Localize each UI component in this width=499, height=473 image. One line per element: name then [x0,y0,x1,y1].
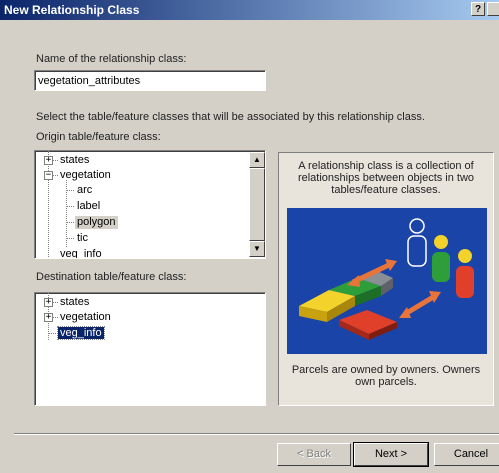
origin-scrollbar[interactable]: ▲ ▼ [249,152,265,257]
tree-line [66,206,74,207]
destination-label: Destination table/feature class: [36,271,187,283]
info-panel: A relationship class is a collection of … [278,152,494,406]
tree-item-label: label [77,200,101,212]
destination-tree[interactable]: + states + vegetation veg_info [34,292,266,406]
tree-item-label: arc [77,184,93,196]
tree-item-label: vegetation [60,311,111,323]
info-caption: Parcels are owned by owners. Owners own … [291,364,481,388]
origin-item-states[interactable]: states [58,154,91,167]
origin-label: Origin table/feature class: [36,131,161,143]
tree-line [48,333,58,334]
relationship-illustration [287,208,487,354]
cancel-button[interactable]: Cancel [434,443,499,466]
expand-icon[interactable]: + [44,298,53,307]
close-button[interactable] [487,2,499,16]
info-description: A relationship class is a collection of … [297,160,475,196]
origin-item-veg-info[interactable]: veg_info [58,248,104,259]
tree-line [66,190,74,191]
tree-item-label: states [60,154,90,166]
help-button[interactable]: ? [471,2,485,16]
separator [14,433,499,435]
instruction-text: Select the table/feature classes that wi… [36,111,425,123]
tree-item-label: polygon [77,216,116,228]
back-button[interactable]: < Back [277,443,351,466]
expand-icon[interactable]: + [44,313,53,322]
tree-line [66,238,74,239]
next-button[interactable]: Next > [353,442,429,467]
scroll-down-icon[interactable]: ▼ [249,241,265,257]
destination-item-vegetation[interactable]: vegetation [58,311,113,324]
name-label: Name of the relationship class: [36,53,187,65]
origin-item-label[interactable]: label [75,200,102,213]
collapse-icon[interactable]: − [44,171,53,180]
title-bar: New Relationship Class ? [0,0,499,20]
origin-item-vegetation[interactable]: vegetation [58,169,113,182]
tree-line [48,151,49,258]
tree-item-label: tic [77,232,88,244]
tree-item-label: veg_info [60,248,102,259]
dialog-title: New Relationship Class [4,3,140,17]
tree-item-label: states [60,296,90,308]
name-input[interactable] [35,71,265,90]
destination-item-veg-info[interactable]: veg_info [57,326,105,340]
tree-item-label: veg_info [57,326,105,340]
destination-item-states[interactable]: states [58,296,91,309]
scroll-up-icon[interactable]: ▲ [249,152,265,168]
origin-item-polygon[interactable]: polygon [75,216,118,229]
tree-line [66,222,74,223]
tree-item-label: vegetation [60,169,111,181]
origin-item-tic[interactable]: tic [75,232,90,245]
origin-item-arc[interactable]: arc [75,184,94,197]
parcels-owners-illustration [299,218,474,340]
expand-icon[interactable]: + [44,156,53,165]
origin-tree[interactable]: + states − vegetation arc label polygon … [34,150,266,259]
scroll-thumb[interactable] [249,168,265,241]
name-field-container [34,70,266,91]
